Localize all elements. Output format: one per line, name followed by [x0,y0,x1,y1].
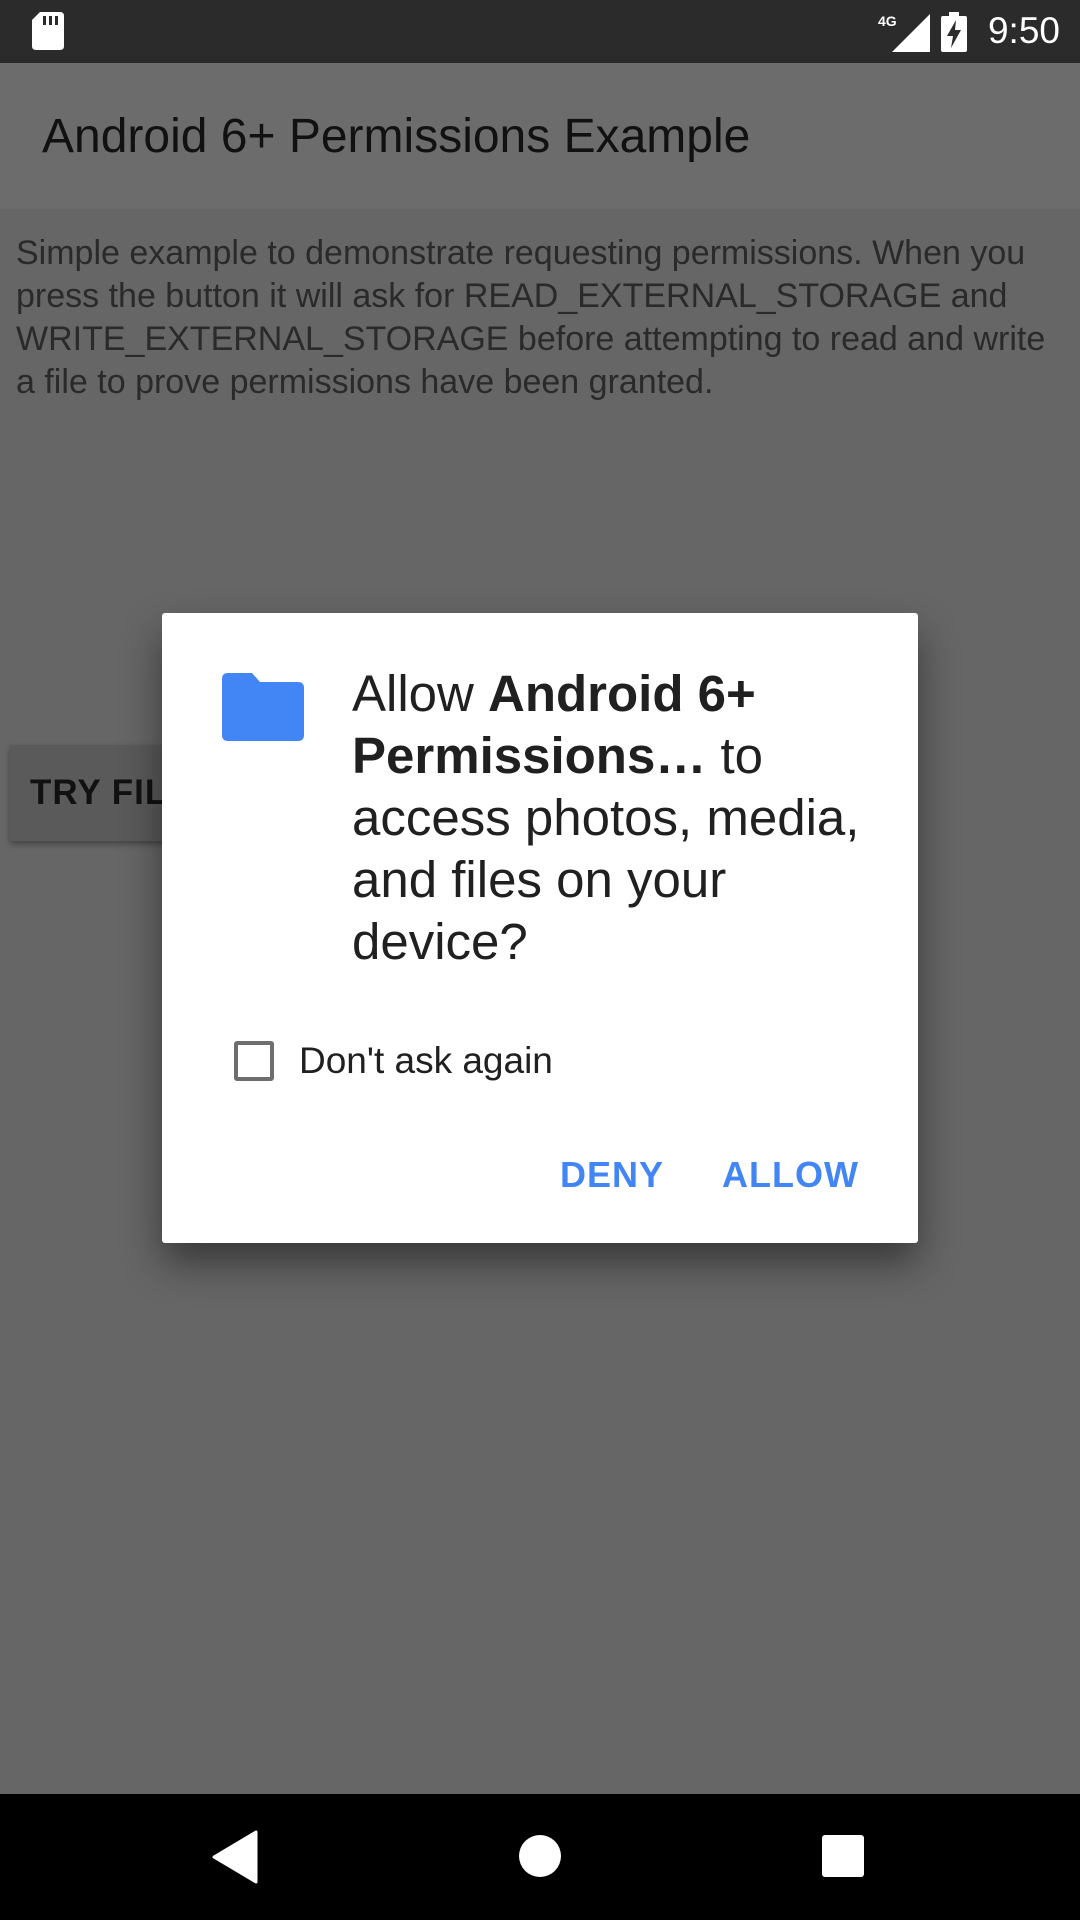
sd-card-icon [32,12,64,50]
app-bar: Android 6+ Permissions Example [0,63,1080,209]
dont-ask-again-label[interactable]: Don't ask again [299,1038,553,1084]
network-type-label: 4G [878,13,897,29]
clock: 9:50 [987,10,1060,51]
recents-icon[interactable] [822,1835,864,1877]
navigation-bar [0,1794,1080,1920]
intro-text: Simple example to demonstrate requesting… [16,234,1046,401]
page-title: Android 6+ Permissions Example [42,110,751,163]
folder-icon [222,673,304,741]
cell-signal-icon: 4G [878,13,930,52]
back-icon[interactable] [212,1830,258,1884]
allow-button[interactable]: ALLOW [722,1145,859,1205]
battery-charging-icon [941,12,967,52]
deny-button[interactable]: DENY [560,1145,664,1205]
permission-dialog: Allow Android 6+ Permissions… to access … [162,613,918,1243]
message-prefix: Allow [352,665,489,722]
dont-ask-again-checkbox[interactable] [234,1041,274,1081]
home-icon[interactable] [518,1834,562,1878]
dialog-message: Allow Android 6+ Permissions… to access … [352,663,892,973]
status-bar: 4G 9:50 [0,0,1080,63]
